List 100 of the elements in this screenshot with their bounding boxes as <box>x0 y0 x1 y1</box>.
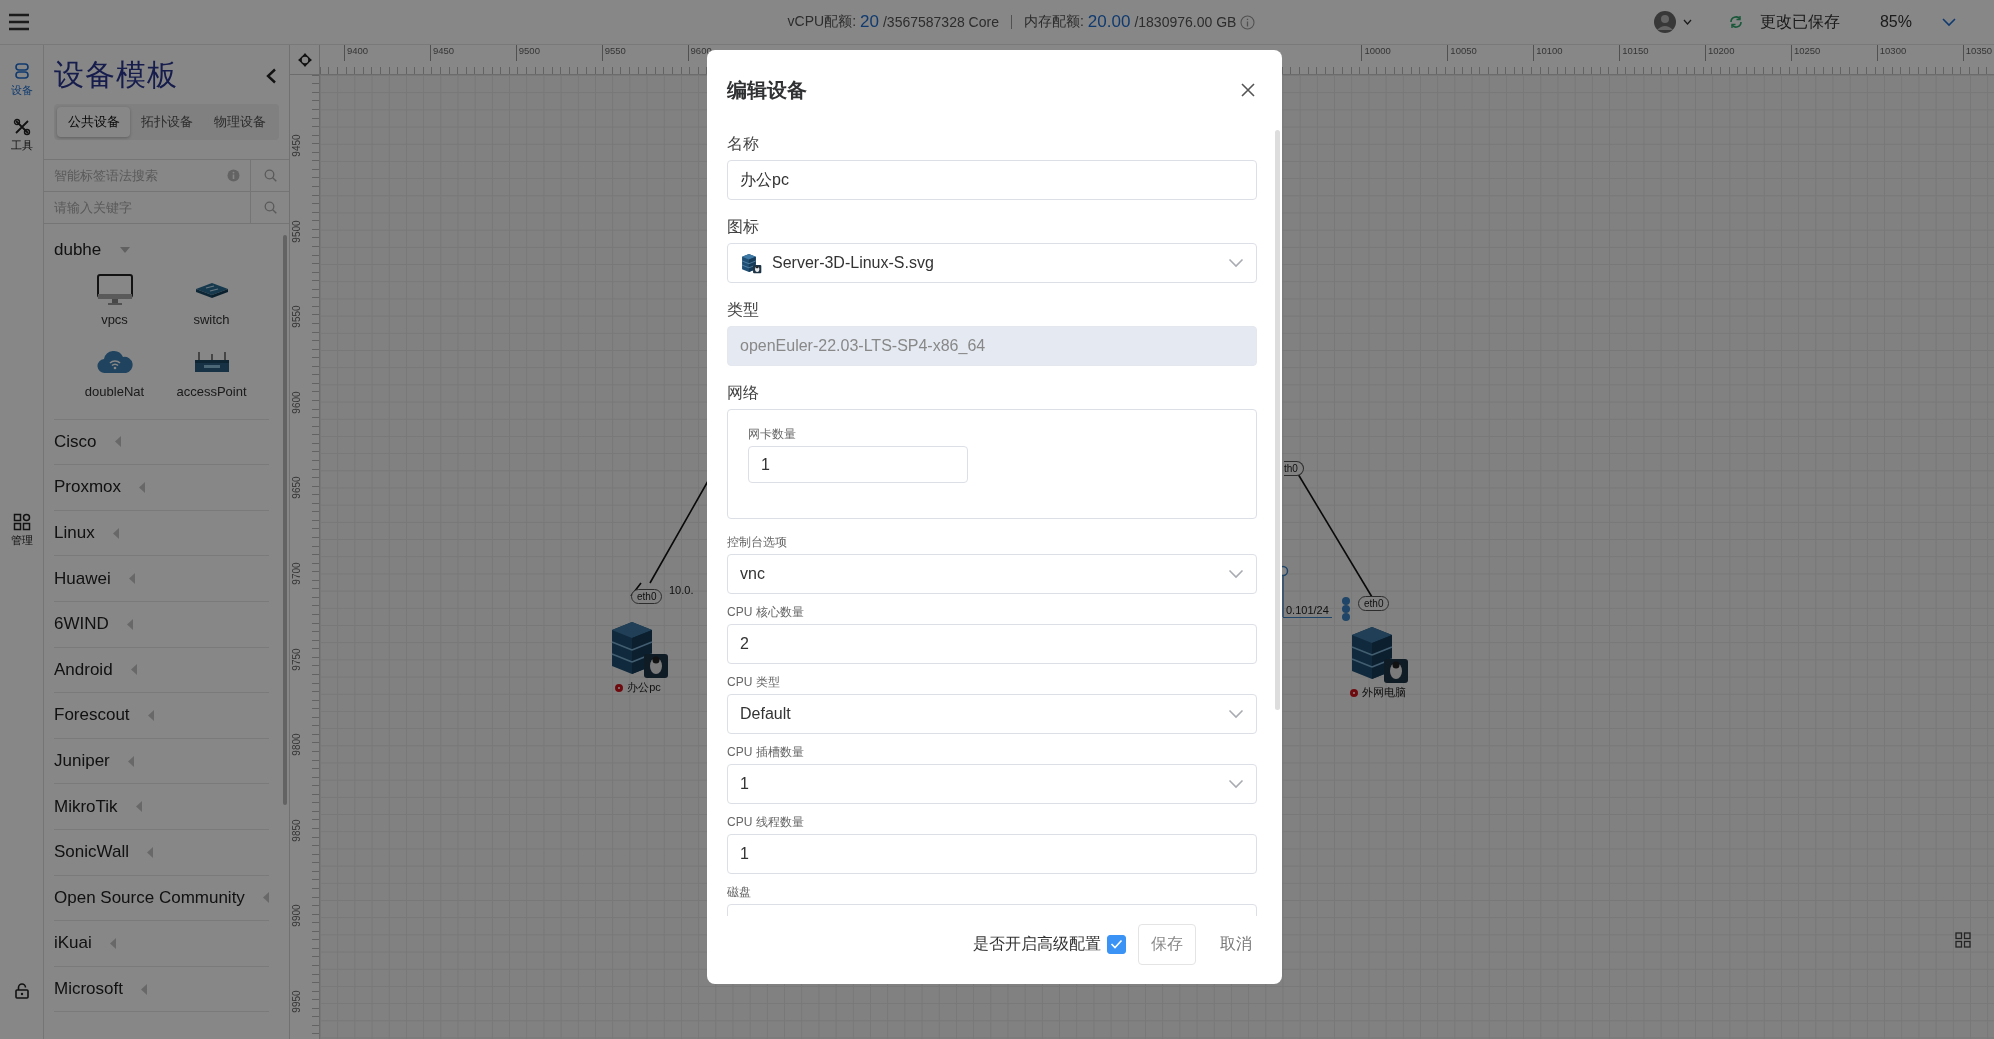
field-value: 1 <box>761 455 771 474</box>
category-toggle[interactable]: Open Source Community <box>54 875 270 921</box>
search-icon <box>263 169 277 182</box>
caret-down-icon <box>119 246 132 255</box>
category-tab[interactable]: 公共设备 <box>57 107 130 137</box>
category-toggle[interactable]: Huawei <box>54 556 136 601</box>
address-label: 10.0. <box>669 583 694 597</box>
ruler-label: 9950 <box>290 990 302 1013</box>
caret-left-icon <box>262 892 270 904</box>
chevron-down-icon <box>1228 779 1244 789</box>
field-label: CPU 线程数量 <box>727 814 805 830</box>
select-field[interactable]: Server-3D-Linux-S.svg <box>727 243 1257 283</box>
category-toggle[interactable]: Proxmox <box>54 465 147 510</box>
ruler-label: 9650 <box>290 476 302 499</box>
ruler-label: 10300 <box>1876 45 1963 61</box>
category-toggle[interactable]: Forescout <box>54 693 155 738</box>
zoom-level[interactable]: 85% <box>1879 13 1912 31</box>
chevron-down-icon[interactable] <box>1942 17 1956 27</box>
chevron-down-icon <box>1228 258 1244 268</box>
device-tile[interactable]: doubleNat <box>66 344 163 399</box>
ruler-label: 9550 <box>290 305 302 328</box>
device-tile[interactable]: vpcs <box>66 272 163 327</box>
text-field[interactable]: 1 <box>748 446 968 483</box>
text-field[interactable]: 2 <box>727 624 1257 664</box>
server-icon <box>740 252 762 274</box>
device-tile[interactable]: accessPoint <box>163 344 260 399</box>
close-button[interactable] <box>1240 82 1256 98</box>
caret-down-icon <box>1682 19 1692 25</box>
category-toggle[interactable]: iKuai <box>54 921 117 966</box>
close-icon <box>1240 82 1256 98</box>
save-button[interactable]: 保存 <box>1138 923 1196 965</box>
rail-tab[interactable]: 设备 <box>10 63 33 98</box>
ruler-label: 9500 <box>515 45 602 61</box>
ruler-label: 10150 <box>1619 45 1705 61</box>
lock-icon[interactable] <box>14 983 29 999</box>
ruler-label: 9600 <box>290 391 302 414</box>
caret-left-icon <box>109 937 117 949</box>
field-label: CPU 插槽数量 <box>727 744 805 760</box>
select-field[interactable]: vnc <box>727 554 1257 594</box>
checkbox[interactable] <box>1107 934 1126 954</box>
select-field[interactable]: Default <box>727 694 1257 734</box>
category-toggle[interactable]: SonicWall <box>54 829 154 875</box>
monitor-icon <box>96 273 133 306</box>
advanced-toggle[interactable]: 是否开启高级配置 <box>973 933 1126 955</box>
ruler-label: 10250 <box>1790 45 1877 61</box>
ruler-label: 9550 <box>601 45 688 61</box>
avatar-icon[interactable] <box>1652 10 1677 34</box>
scrollbar[interactable] <box>283 235 287 805</box>
category-tab[interactable]: 物理设备 <box>203 107 276 137</box>
field-value: Server-3D-Linux-S.svg <box>772 254 935 272</box>
category-tab[interactable]: 拓扑设备 <box>130 107 203 137</box>
caret-left-icon <box>130 664 138 676</box>
ruler-label: 9750 <box>290 647 302 671</box>
text-field[interactable]: 办公pc <box>727 160 1257 200</box>
select-field[interactable]: 1 <box>727 764 1257 804</box>
move-icon[interactable] <box>296 51 313 68</box>
field-label: 网络 <box>727 383 760 403</box>
category-toggle[interactable]: 6WIND <box>54 601 134 647</box>
field-value: Default <box>740 705 792 723</box>
info-icon <box>1240 14 1256 30</box>
category-toggle[interactable]: Juniper <box>54 738 135 784</box>
resize-handle-icon[interactable] <box>1341 597 1351 621</box>
field-label: CPU 核心数量 <box>727 604 805 620</box>
rail-tab[interactable]: 管理 <box>10 513 33 548</box>
category-toggle[interactable]: Microsoft <box>54 966 148 1012</box>
text-field[interactable]: 1 <box>727 834 1257 874</box>
chevron-left-icon[interactable] <box>265 67 277 84</box>
scrollbar[interactable] <box>1275 130 1280 710</box>
category-toggle[interactable]: Cisco <box>54 419 122 465</box>
server-stack-icon <box>12 63 31 81</box>
ruler-label: 10050 <box>1447 45 1534 61</box>
status-dot <box>615 683 624 692</box>
field-label: 控制台选项 <box>727 534 788 550</box>
field-value: 1 <box>740 845 750 863</box>
menu-icon[interactable] <box>8 13 30 31</box>
category-toggle[interactable]: Linux <box>54 510 120 556</box>
ruler-label: 10000 <box>1361 45 1448 61</box>
ruler-label: 9700 <box>290 562 302 585</box>
check-icon <box>1110 939 1123 949</box>
node-label: 办公pc <box>615 680 661 695</box>
address-label: 0.101/24 <box>1283 603 1332 618</box>
device-tile[interactable]: switch <box>163 272 260 327</box>
rail-tab[interactable]: 工具 <box>10 118 33 153</box>
search-icon <box>263 201 277 214</box>
vcpu-quota-label: vCPU配额: <box>787 13 857 31</box>
cancel-button[interactable]: 取消 <box>1206 924 1256 964</box>
grid-icon[interactable] <box>1955 932 1971 948</box>
field-value: 2 <box>740 635 750 653</box>
category-toggle[interactable]: Android <box>54 647 138 693</box>
ruler-label: 9450 <box>429 45 516 61</box>
panel-title: 设备模板 <box>54 57 178 93</box>
field-label: CPU 类型 <box>727 674 781 690</box>
ruler-label: 9850 <box>290 819 302 842</box>
category-toggle[interactable]: dubhe <box>54 228 132 273</box>
chevron-down-icon <box>1228 569 1244 579</box>
vcpu-total: /3567587328 Core <box>882 14 999 30</box>
ruler-label: 9900 <box>290 904 302 927</box>
tools-icon <box>12 118 31 136</box>
caret-left-icon <box>112 527 120 539</box>
category-toggle[interactable]: MikroTik <box>54 784 143 829</box>
